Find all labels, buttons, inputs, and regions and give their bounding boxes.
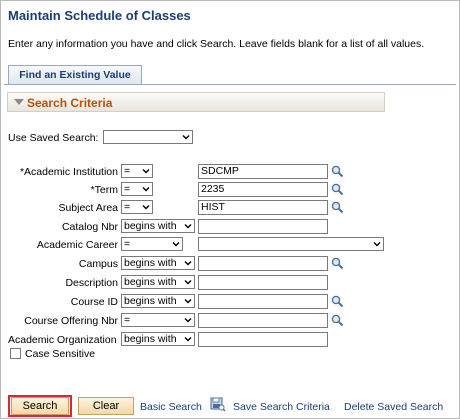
description-operator[interactable]: begins with (121, 275, 195, 289)
chevron-down-icon (142, 169, 150, 174)
saved-search-label: Use Saved Search: (8, 132, 99, 144)
operator-value: begins with (124, 276, 177, 288)
lookup-icon[interactable] (331, 257, 344, 270)
chevron-down-icon (184, 261, 192, 266)
clear-button[interactable]: Clear (78, 397, 134, 415)
basic-search-link[interactable]: Basic Search (140, 401, 202, 413)
description-label: Description (65, 277, 118, 289)
operator-value: = (124, 165, 131, 177)
chevron-down-icon (184, 337, 192, 342)
operator-value: = (124, 314, 131, 326)
academic-career-label: Academic Career (36, 239, 118, 251)
term-label: *Term (90, 184, 118, 196)
chevron-down-icon (142, 205, 150, 210)
chevron-down-icon (184, 318, 192, 323)
lookup-icon[interactable] (331, 295, 344, 308)
operator-value: begins with (124, 220, 177, 232)
lookup-icon[interactable] (331, 183, 344, 196)
description-input[interactable] (198, 275, 328, 290)
campus-operator[interactable]: begins with (121, 256, 195, 270)
academic-organization-input[interactable] (198, 332, 328, 347)
subject-area-label: Subject Area (58, 202, 118, 214)
operator-value: = (124, 183, 131, 195)
course-offering-nbr-label: Course Offering Nbr (24, 315, 118, 327)
campus-input[interactable] (198, 256, 328, 271)
collapse-arrow-icon[interactable] (14, 99, 24, 105)
lookup-icon[interactable] (331, 314, 344, 327)
academic-organization-label: Academic Organization (8, 334, 117, 346)
subject-area-input[interactable]: HIST (198, 200, 328, 215)
academic-career-operator[interactable]: = (121, 237, 183, 251)
search-criteria-header[interactable]: Search Criteria (7, 92, 385, 112)
chevron-down-icon (184, 280, 192, 285)
delete-saved-search-link[interactable]: Delete Saved Search (344, 401, 443, 413)
campus-label: Campus (78, 258, 118, 270)
academic-organization-operator[interactable]: begins with (121, 332, 195, 346)
chevron-down-icon (142, 187, 150, 192)
lookup-icon[interactable] (331, 201, 344, 214)
operator-value: = (124, 238, 131, 250)
catalog-nbr-operator[interactable]: begins with (121, 219, 195, 233)
term-input[interactable]: 2235 (198, 182, 328, 197)
saved-search-select[interactable] (103, 130, 193, 144)
chevron-down-icon (184, 299, 192, 304)
academic-institution-input[interactable]: SDCMP (198, 164, 328, 179)
save-search-icon[interactable] (210, 396, 226, 412)
term-operator[interactable]: = (121, 182, 153, 196)
academic-career-select[interactable] (198, 237, 384, 251)
section-title: Search Criteria (27, 96, 113, 110)
operator-value: = (124, 201, 131, 213)
save-search-criteria-link[interactable]: Save Search Criteria (233, 401, 330, 413)
academic-institution-operator[interactable]: = (121, 164, 153, 178)
operator-value: begins with (124, 257, 177, 269)
page-title: Maintain Schedule of Classes (8, 8, 191, 23)
chevron-down-icon (182, 135, 190, 140)
course-offering-nbr-input[interactable] (198, 313, 328, 328)
course-id-input[interactable] (198, 294, 328, 309)
course-offering-nbr-operator[interactable]: = (121, 313, 195, 327)
course-id-label: Course ID (70, 296, 118, 308)
chevron-down-icon (373, 242, 381, 247)
tab-find-existing-value[interactable]: Find an Existing Value (8, 65, 142, 84)
search-button[interactable]: Search (11, 397, 69, 415)
operator-value: begins with (124, 295, 177, 307)
tab-divider (4, 84, 456, 85)
chevron-down-icon (172, 242, 180, 247)
lookup-icon[interactable] (331, 165, 344, 178)
case-sensitive-checkbox[interactable] (10, 348, 21, 359)
catalog-nbr-label: Catalog Nbr (61, 221, 118, 233)
operator-value: begins with (124, 333, 177, 345)
case-sensitive-label: Case Sensitive (25, 348, 96, 360)
subject-area-operator[interactable]: = (121, 200, 153, 214)
course-id-operator[interactable]: begins with (121, 294, 195, 308)
instructions-text: Enter any information you have and click… (8, 38, 425, 50)
chevron-down-icon (184, 224, 192, 229)
academic-institution-label: *Academic Institution (19, 166, 118, 178)
catalog-nbr-input[interactable] (198, 219, 328, 234)
